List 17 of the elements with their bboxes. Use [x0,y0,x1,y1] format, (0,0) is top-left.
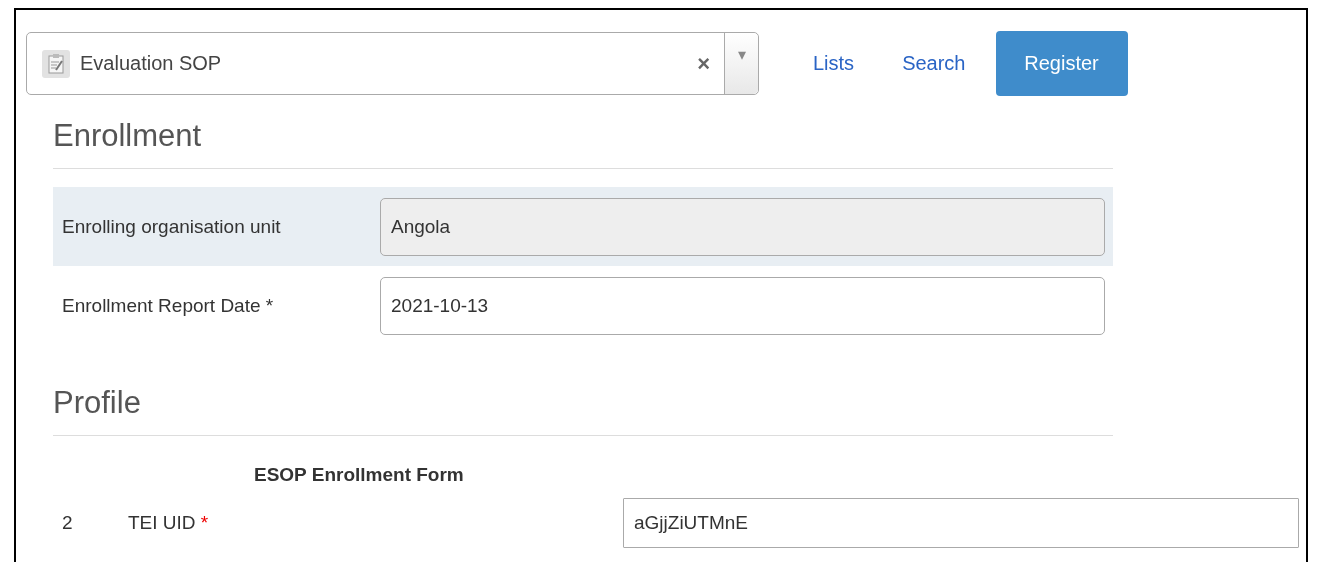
nav-link[interactable]: Lists [789,52,879,75]
dropdown-toggle[interactable]: ▾ [724,33,758,94]
register-button[interactable]: Register [995,31,1128,96]
field-label: TEI UID * [128,512,210,534]
input-field[interactable]: 2021-10-13 [380,276,1105,335]
field-label: Enrollment Report Date * [62,294,275,317]
input-field[interactable]: aGjjZiUTMnE [623,498,1299,548]
row-number: 2 [62,512,74,534]
section-heading: Enrollment [53,96,1113,169]
program-select[interactable]: Evaluation SOP × ▾ [26,32,759,95]
field-label: Enrolling organisation unit [62,215,282,238]
clipboard-icon [42,49,70,78]
section-heading: Profile [53,345,1113,436]
nav-link[interactable]: Search [878,52,990,75]
clear-button[interactable]: × [697,50,710,77]
form-title: ESOP Enrollment Form [254,464,465,486]
selected-program: Evaluation SOP [80,52,223,75]
